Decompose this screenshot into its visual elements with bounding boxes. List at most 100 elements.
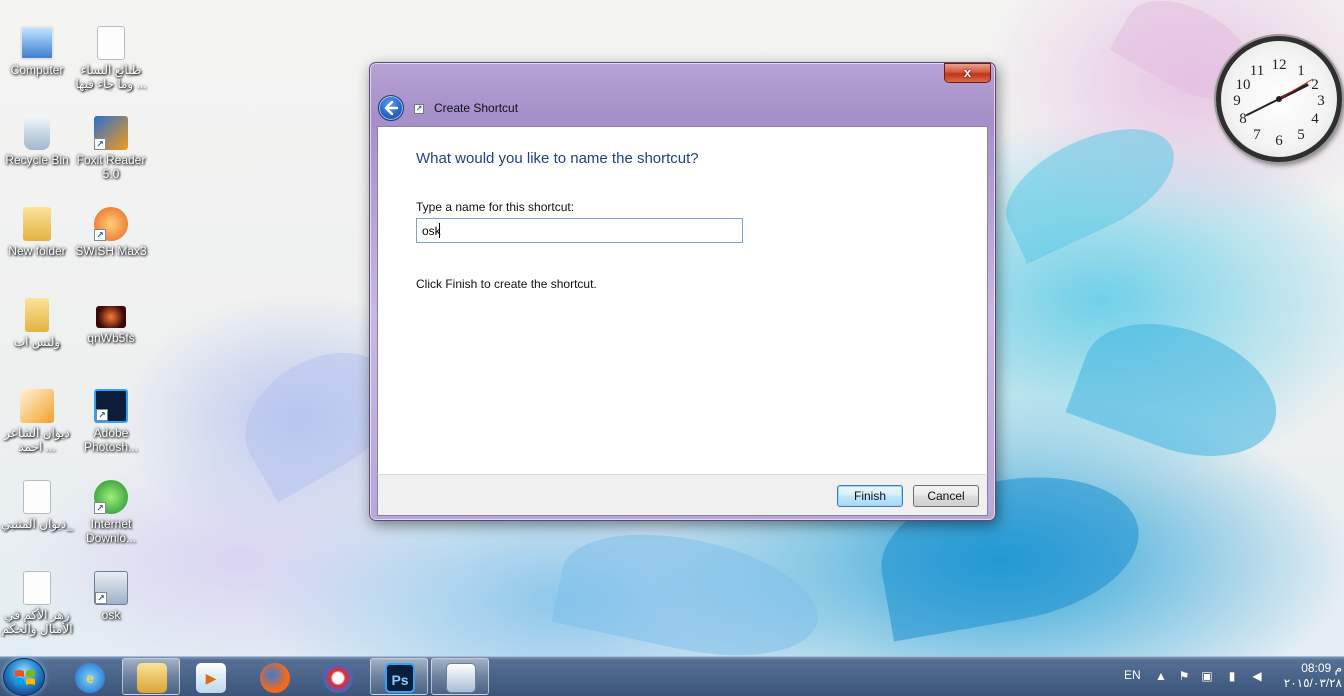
clock-hour-label: 12 xyxy=(1272,57,1287,73)
taskbar-media-player[interactable]: ▶ xyxy=(181,658,239,695)
back-arrow-icon xyxy=(384,100,399,116)
wallpaper-petal xyxy=(551,514,829,656)
desktop-icon-computer[interactable]: Computer xyxy=(0,26,74,77)
close-button[interactable]: x xyxy=(944,63,991,83)
desktop-icon-label: Computer xyxy=(10,63,64,77)
photoshop-icon: Ps xyxy=(385,663,415,693)
shortcut-name-input[interactable] xyxy=(416,218,743,243)
clock-hour-label: 10 xyxy=(1236,77,1251,93)
desktop-icon-document[interactable]: زهر الأكم في الأمثال والحكم xyxy=(0,571,74,636)
desktop-icon-foxit-reader[interactable]: ↗ Foxit Reader 5.0 xyxy=(74,116,148,181)
desktop-icon-label: ديوان المتنبي_ xyxy=(1,517,73,531)
clock-hour-label: 11 xyxy=(1250,63,1264,79)
finish-hint: Click Finish to create the shortcut. xyxy=(416,277,597,291)
shortcut-arrow-icon: ↗ xyxy=(94,502,106,514)
shortcut-arrow-icon: ↗ xyxy=(94,138,106,150)
device-icon[interactable]: ▣ xyxy=(1200,669,1214,683)
desktop-icon-label: qnWb5fs xyxy=(87,331,135,345)
internet-explorer-icon: e xyxy=(75,663,105,693)
windows-explorer-icon xyxy=(137,663,167,693)
clock-hour-label: 6 xyxy=(1275,133,1283,149)
desktop-icon-label: Recycle Bin xyxy=(5,153,69,167)
foxit-reader-icon: ↗ xyxy=(94,116,128,150)
desktop-icon-label: ديوان الشاعر احمد ... xyxy=(4,426,70,454)
taskbar-photoshop[interactable]: Ps xyxy=(370,658,428,695)
wallpaper-petal xyxy=(1065,299,1295,481)
page-heading: What would you like to name the shortcut… xyxy=(416,150,699,167)
desktop-icon-label: osk xyxy=(101,608,121,622)
windows-logo-icon xyxy=(15,670,35,685)
taskbar: e ▶ Ps EN ▲ ⚑ ▣ ▮ ◀ 08:09 م ٢٠١٥/٠٣/٢٨ xyxy=(0,656,1344,696)
shortcut-name-label: Type a name for this shortcut: xyxy=(416,200,575,214)
show-hidden-icons-icon[interactable]: ▲ xyxy=(1154,669,1168,683)
folder-icon xyxy=(25,298,49,332)
desktop-icon-document[interactable]: ديوان المتنبي_ xyxy=(0,480,74,531)
desktop-icon-photoshop[interactable]: ↗ Adobe Photosh... xyxy=(74,389,148,454)
dialog-title: Create Shortcut xyxy=(434,101,519,115)
taskbar-app-swirl[interactable] xyxy=(308,658,366,695)
desktop-icon-folder[interactable]: ولتس اب xyxy=(0,298,74,349)
clock-hour-label: 1 xyxy=(1297,63,1305,79)
document-icon xyxy=(97,26,125,60)
clock-time: 08:09 م xyxy=(1301,661,1342,675)
desktop-icon-label: ولتس اب xyxy=(13,335,61,349)
text-caret xyxy=(439,223,440,238)
network-icon[interactable]: ▮ xyxy=(1225,669,1239,683)
desktop-icon-label: طبائع النساء وما جاء فيها ... xyxy=(75,63,147,91)
document-icon xyxy=(23,571,51,605)
dialog-footer: Finish Cancel xyxy=(377,474,988,516)
taskbar-firefox[interactable] xyxy=(245,658,303,695)
start-button[interactable] xyxy=(3,658,45,696)
taskbar-windows-explorer[interactable] xyxy=(122,658,180,695)
on-screen-keyboard-icon xyxy=(446,663,476,693)
desktop-icon-internet-download-manager[interactable]: ↗ Internet Downlo... xyxy=(74,480,148,545)
shortcut-arrow-icon: ↗ xyxy=(95,592,107,604)
clock-hour-label: 8 xyxy=(1239,111,1247,127)
shortcut-arrow-icon: ↗ xyxy=(94,229,106,241)
clock-date: ٢٠١٥/٠٣/٢٨ xyxy=(1283,676,1342,690)
firefox-icon xyxy=(260,663,290,693)
desktop-icon-osk[interactable]: ↗ osk xyxy=(74,571,148,622)
clock-hour-label: 3 xyxy=(1317,93,1325,109)
clock-second-hand xyxy=(1278,78,1314,100)
create-shortcut-dialog: x ↗ Create Shortcut What would you like … xyxy=(369,62,996,521)
desktop-icon-document[interactable]: طبائع النساء وما جاء فيها ... xyxy=(74,26,148,91)
clock-hour-label: 9 xyxy=(1233,93,1241,109)
desktop-icon-label: Internet Downlo... xyxy=(85,517,137,545)
action-center-flag-icon[interactable]: ⚑ xyxy=(1177,669,1191,683)
keyboard-icon: ↗ xyxy=(94,571,128,605)
wallpaper-petal xyxy=(989,106,1191,264)
desktop-icon-label: New folder xyxy=(8,244,66,258)
dialog-content: What would you like to name the shortcut… xyxy=(377,126,988,474)
cancel-button[interactable]: Cancel xyxy=(913,485,979,507)
desktop-icon-swish[interactable]: ↗ SWiSH Max3 xyxy=(74,207,148,258)
desktop-icon-image[interactable]: qnWb5fs xyxy=(74,298,148,345)
desktop-icon-label: زهر الأكم في الأمثال والحكم xyxy=(1,608,73,636)
finish-button[interactable]: Finish xyxy=(837,485,903,507)
language-indicator[interactable]: EN xyxy=(1124,668,1141,682)
folder-icon xyxy=(23,207,51,241)
back-button[interactable] xyxy=(378,95,404,121)
clock-minute-hand xyxy=(1246,98,1280,116)
desktop-icon-label: SWiSH Max3 xyxy=(75,244,147,258)
desktop-icon-label: Foxit Reader 5.0 xyxy=(76,153,146,181)
shortcut-icon: ↗ xyxy=(414,104,424,114)
app-swirl-icon xyxy=(323,663,353,693)
clock-hour-label: 5 xyxy=(1297,127,1305,143)
media-player-icon: ▶ xyxy=(196,663,226,693)
shortcut-arrow-icon: ↗ xyxy=(96,409,108,421)
system-clock[interactable]: 08:09 م ٢٠١٥/٠٣/٢٨ xyxy=(1282,661,1342,691)
swish-icon: ↗ xyxy=(94,207,128,241)
taskbar-internet-explorer[interactable]: e xyxy=(60,658,118,695)
computer-icon xyxy=(20,26,54,60)
desktop-icon-recycle-bin[interactable]: Recycle Bin xyxy=(0,116,74,167)
clock-center xyxy=(1276,96,1282,102)
document-icon xyxy=(23,480,51,514)
taskbar-on-screen-keyboard[interactable] xyxy=(431,658,489,695)
clock-gadget[interactable]: 12 1 2 3 4 5 6 7 8 9 10 11 xyxy=(1216,36,1342,162)
volume-icon[interactable]: ◀ xyxy=(1250,669,1264,683)
desktop-icon-new-folder[interactable]: New folder xyxy=(0,207,74,258)
dialog-title-bar: ↗ Create Shortcut xyxy=(378,95,878,121)
pdf-icon xyxy=(20,389,54,423)
desktop-icon-pdf[interactable]: ديوان الشاعر احمد ... xyxy=(0,389,74,454)
